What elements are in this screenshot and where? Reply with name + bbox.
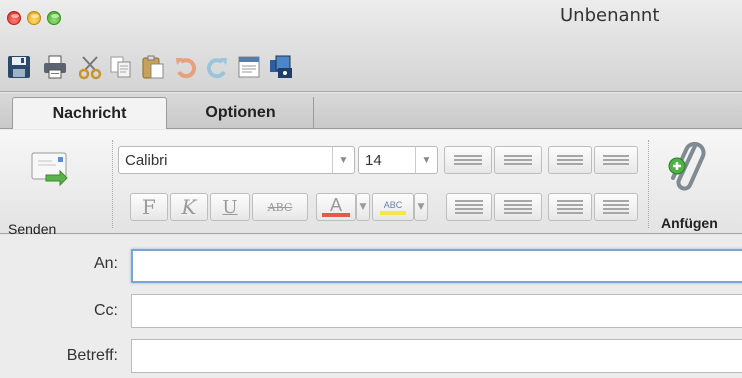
align-right-icon bbox=[557, 200, 583, 214]
attach-label: Anfügen bbox=[661, 215, 718, 231]
message-header-form: An: Cc: Betreff: bbox=[0, 235, 742, 378]
align-center-icon bbox=[504, 200, 532, 214]
send-button[interactable]: Senden bbox=[8, 147, 98, 237]
toolbox-icon[interactable] bbox=[236, 54, 262, 80]
ribbon-tab-bar: Nachricht Optionen bbox=[0, 93, 742, 129]
bulleted-list-button[interactable] bbox=[444, 146, 492, 174]
tab-optionen[interactable]: Optionen bbox=[168, 97, 314, 129]
justify-icon bbox=[603, 200, 629, 214]
chevron-down-icon: ▼ bbox=[415, 147, 437, 173]
print-icon[interactable] bbox=[42, 54, 68, 80]
justify-button[interactable] bbox=[594, 193, 638, 221]
chevron-down-icon: ▼ bbox=[332, 147, 354, 173]
zoom-window-button[interactable] bbox=[47, 11, 61, 25]
indent-icon bbox=[603, 155, 629, 165]
align-right-button[interactable] bbox=[548, 193, 592, 221]
align-left-icon bbox=[455, 200, 483, 214]
cc-input[interactable] bbox=[132, 295, 742, 327]
font-color-dropdown[interactable]: ▼ bbox=[356, 193, 370, 221]
subject-field[interactable] bbox=[131, 339, 742, 373]
send-icon bbox=[30, 151, 70, 187]
undo-icon[interactable] bbox=[173, 54, 199, 80]
cut-icon[interactable] bbox=[77, 54, 103, 80]
to-field[interactable] bbox=[131, 249, 742, 283]
to-input[interactable] bbox=[133, 251, 742, 281]
highlight-label: ABC bbox=[383, 200, 403, 210]
font-color-label: A bbox=[329, 195, 342, 215]
cc-field[interactable] bbox=[131, 294, 742, 328]
copy-icon[interactable] bbox=[108, 54, 134, 80]
cc-label: Cc: bbox=[94, 302, 118, 319]
redo-icon[interactable] bbox=[204, 54, 230, 80]
outdent-icon bbox=[557, 155, 583, 165]
close-window-button[interactable] bbox=[7, 11, 21, 25]
attach-button[interactable]: Anfügen bbox=[655, 140, 741, 232]
save-icon[interactable] bbox=[6, 54, 32, 80]
paste-icon[interactable] bbox=[140, 54, 166, 80]
font-size-dropdown[interactable]: 14 ▼ bbox=[358, 146, 438, 174]
font-name-dropdown[interactable]: Calibri ▼ bbox=[118, 146, 355, 174]
increase-indent-button[interactable] bbox=[594, 146, 638, 174]
tab-nachricht[interactable]: Nachricht bbox=[12, 97, 167, 129]
font-name-value: Calibri bbox=[125, 151, 168, 169]
numbered-list-button[interactable] bbox=[494, 146, 542, 174]
italic-button[interactable]: K bbox=[170, 193, 208, 221]
highlight-button[interactable]: ABC bbox=[372, 193, 414, 221]
font-size-value: 14 bbox=[365, 151, 382, 169]
window-title: Unbenannt bbox=[560, 5, 660, 26]
bold-button[interactable]: F bbox=[130, 193, 168, 221]
media-browser-icon[interactable] bbox=[268, 54, 294, 80]
subject-input[interactable] bbox=[132, 340, 742, 372]
font-color-swatch bbox=[322, 213, 350, 217]
ribbon: Senden Calibri ▼ 14 ▼ F K U ABC A ▼ ABC … bbox=[0, 130, 742, 237]
subject-label: Betreff: bbox=[66, 347, 118, 364]
decrease-indent-button[interactable] bbox=[548, 146, 592, 174]
highlight-dropdown[interactable]: ▼ bbox=[414, 193, 428, 221]
strikethrough-button[interactable]: ABC bbox=[252, 193, 308, 221]
numbered-list-icon bbox=[504, 155, 532, 165]
font-color-button[interactable]: A bbox=[316, 193, 356, 221]
minimize-window-button[interactable] bbox=[27, 11, 41, 25]
ribbon-separator bbox=[112, 140, 113, 228]
to-label: An: bbox=[93, 255, 118, 272]
paperclip-icon bbox=[665, 140, 711, 202]
underline-button[interactable]: U bbox=[210, 193, 250, 221]
align-center-button[interactable] bbox=[494, 193, 542, 221]
bullet-list-icon bbox=[454, 155, 482, 165]
align-left-button[interactable] bbox=[446, 193, 492, 221]
title-bar: Unbenannt bbox=[0, 0, 742, 92]
ribbon-separator bbox=[648, 140, 649, 228]
highlight-swatch bbox=[380, 211, 406, 215]
